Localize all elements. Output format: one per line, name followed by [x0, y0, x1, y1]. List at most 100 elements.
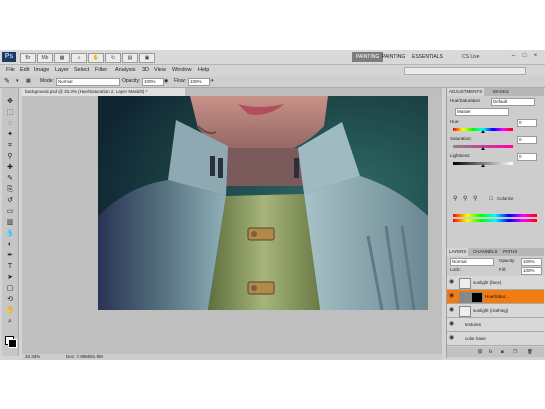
- hand-tool-icon[interactable]: ✋: [5, 307, 15, 315]
- menu-analysis[interactable]: Analysis: [115, 66, 135, 74]
- layer-mask-thumbnail[interactable]: [471, 292, 483, 303]
- menu-filter[interactable]: Filter: [95, 66, 107, 74]
- brush-panel-icon[interactable]: ▦: [26, 78, 31, 85]
- layer-row[interactable]: ◉ sunlight (clothing): [447, 304, 544, 318]
- zoom-level-icon[interactable]: ⌕: [71, 53, 87, 63]
- workspace-essentials[interactable]: ESSENTIALS: [408, 52, 447, 62]
- layer-row[interactable]: ◉ color base: [447, 332, 544, 346]
- lightness-slider-thumb[interactable]: [481, 164, 485, 167]
- history-brush-tool-icon[interactable]: ↺: [5, 197, 15, 205]
- menu-select[interactable]: Select: [74, 66, 89, 74]
- airbrush-icon[interactable]: ✈: [210, 78, 214, 85]
- visibility-eye-icon[interactable]: ◉: [449, 293, 454, 300]
- blend-mode-select[interactable]: Normal: [450, 258, 494, 266]
- lightness-field[interactable]: 0: [517, 153, 537, 161]
- preset-select[interactable]: Default: [491, 98, 535, 106]
- visibility-eye-icon[interactable]: ◉: [449, 307, 454, 314]
- eyedropper-minus-icon[interactable]: ⚲: [473, 196, 477, 202]
- brush-tool-icon[interactable]: ✎: [4, 78, 10, 85]
- menu-help[interactable]: Help: [198, 66, 209, 74]
- menu-window[interactable]: Window: [172, 66, 192, 74]
- marquee-tool-icon[interactable]: ⬚: [5, 109, 15, 117]
- hand-tool-icon[interactable]: ✋: [88, 53, 104, 63]
- minimize-icon[interactable]: –: [510, 53, 517, 60]
- quick-select-tool-icon[interactable]: ✦: [5, 131, 15, 139]
- zoom-level[interactable]: 33.33%: [25, 354, 40, 360]
- colorize-checkbox[interactable]: ☐: [489, 196, 493, 202]
- menu-layer[interactable]: Layer: [55, 66, 69, 74]
- saturation-slider[interactable]: [453, 145, 513, 150]
- zoom-tool-icon[interactable]: ⌕: [5, 318, 15, 326]
- dodge-tool-icon[interactable]: ◐: [5, 241, 15, 249]
- menu-file[interactable]: File: [6, 66, 15, 74]
- eyedropper-plus-icon[interactable]: ⚲: [463, 196, 467, 202]
- maximize-icon[interactable]: □: [521, 53, 528, 60]
- new-layer-icon[interactable]: ❐: [513, 349, 517, 355]
- visibility-eye-icon[interactable]: ◉: [449, 321, 454, 328]
- delete-layer-icon[interactable]: 🗑: [527, 349, 533, 355]
- add-mask-icon[interactable]: ◙: [501, 349, 504, 355]
- lasso-tool-icon[interactable]: ◌: [5, 120, 15, 128]
- rotate-view-icon[interactable]: ↻: [105, 53, 121, 63]
- shape-tool-icon[interactable]: ▢: [5, 285, 15, 293]
- type-tool-icon[interactable]: T: [5, 263, 15, 271]
- move-tool-icon[interactable]: ✥: [5, 98, 15, 106]
- eyedropper-tool-icon[interactable]: ⚲: [5, 153, 15, 161]
- visibility-eye-icon[interactable]: ◉: [449, 279, 454, 286]
- view-extras-icon[interactable]: ▦: [54, 53, 70, 63]
- canvas-area[interactable]: [22, 96, 442, 354]
- menu-image[interactable]: Image: [34, 66, 49, 74]
- cs-live-button[interactable]: CS Live: [462, 52, 480, 62]
- opacity-field[interactable]: 100%: [142, 78, 164, 86]
- pen-tool-icon[interactable]: ✒: [5, 252, 15, 260]
- layer-row-selected[interactable]: ◉ Hue/Satur...: [447, 290, 544, 304]
- blur-tool-icon[interactable]: 💧: [5, 230, 15, 238]
- link-layers-icon[interactable]: ⛓: [477, 349, 483, 355]
- eyedropper-icon[interactable]: ⚲: [453, 196, 457, 202]
- pressure-opacity-icon[interactable]: ◉: [164, 78, 168, 85]
- visibility-eye-icon[interactable]: ◉: [449, 335, 454, 342]
- document-size: Doc: 7.90M/81.9M: [66, 354, 103, 359]
- menu-3d[interactable]: 3D: [142, 66, 149, 74]
- tab-adjustments[interactable]: ADJUSTMENTS: [447, 88, 485, 96]
- lightness-slider[interactable]: [453, 162, 513, 167]
- fill-field[interactable]: 100%: [521, 267, 542, 275]
- tab-channels[interactable]: CHANNELS: [471, 248, 500, 256]
- saturation-slider-thumb[interactable]: [481, 147, 485, 150]
- screen-mode-icon[interactable]: ▣: [139, 53, 155, 63]
- brush-tool-icon[interactable]: ✎: [5, 175, 15, 183]
- document-tab[interactable]: background.psd @ 33.3% (Hue/Saturation 2…: [22, 88, 185, 96]
- menu-view[interactable]: View: [154, 66, 166, 74]
- layer-opacity-field[interactable]: 100%: [521, 258, 542, 266]
- 3d-rotate-tool-icon[interactable]: ⟲: [5, 296, 15, 304]
- mini-bridge-icon[interactable]: Mb: [37, 53, 53, 63]
- close-icon[interactable]: ×: [532, 53, 539, 60]
- tab-layers[interactable]: LAYERS: [447, 248, 469, 256]
- mode-select[interactable]: Normal: [56, 78, 120, 86]
- crop-tool-icon[interactable]: ⌗: [5, 142, 15, 150]
- layer-row[interactable]: ◉ sunlight (face): [447, 276, 544, 290]
- hue-slider[interactable]: [453, 128, 513, 133]
- layer-row[interactable]: ◉ textures: [447, 318, 544, 332]
- workspace-painting[interactable]: PAINTING: [378, 52, 409, 62]
- path-selection-tool-icon[interactable]: ➤: [5, 274, 15, 282]
- gradient-tool-icon[interactable]: ▥: [5, 219, 15, 227]
- clone-stamp-tool-icon[interactable]: ⎘: [5, 186, 15, 194]
- eraser-tool-icon[interactable]: ▭: [5, 208, 15, 216]
- help-search-input[interactable]: [404, 67, 526, 75]
- arrange-documents-icon[interactable]: ▤: [122, 53, 138, 63]
- tab-masks[interactable]: MASKS: [491, 88, 511, 96]
- brush-preset-picker-icon[interactable]: ▾: [16, 78, 19, 85]
- hue-field[interactable]: 0: [517, 119, 537, 127]
- artwork-canvas[interactable]: [98, 96, 428, 310]
- tab-paths[interactable]: PATHS: [501, 248, 519, 256]
- add-layer-style-icon[interactable]: fx: [489, 349, 493, 355]
- flow-field[interactable]: 100%: [188, 78, 210, 86]
- background-color-swatch[interactable]: [8, 339, 17, 348]
- channel-select[interactable]: Master: [455, 108, 509, 116]
- hue-slider-thumb[interactable]: [481, 130, 485, 133]
- healing-brush-tool-icon[interactable]: ✚: [5, 164, 15, 172]
- menu-edit[interactable]: Edit: [20, 66, 29, 74]
- bridge-icon[interactable]: Br: [20, 53, 36, 63]
- saturation-field[interactable]: 0: [517, 136, 537, 144]
